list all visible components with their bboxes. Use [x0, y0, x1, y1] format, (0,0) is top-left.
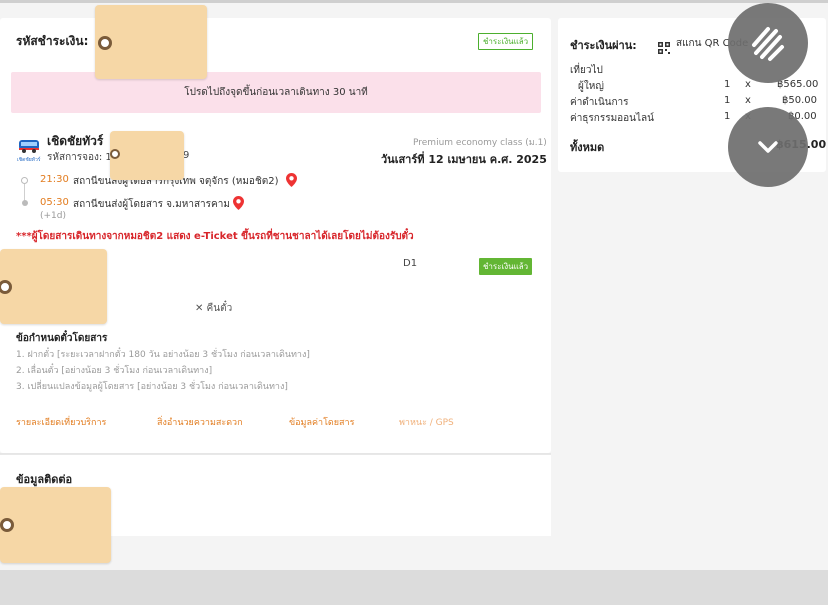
fare-row-x: x — [745, 79, 751, 90]
notice-text: โปรดไปถึงจุดขึ้นก่อนเวลาเดินทาง 30 นาที — [184, 87, 368, 98]
payment-code-label: รหัสชำระเงิน: — [16, 34, 89, 48]
rule-item: 3. เปลี่ยนแปลงข้อมูลผู้โดยสาร [อย่างน้อย… — [16, 382, 288, 392]
total-label: ทั้งหมด — [570, 141, 605, 154]
day-offset: (+1d) — [40, 211, 67, 221]
tag-hole — [0, 518, 14, 532]
fare-row-label: ค่าดำเนินการ — [570, 97, 629, 108]
rule-item: 1. ฝากตั๋ว [ระยะเวลาฝากตั๋ว 180 วัน อย่า… — [16, 350, 310, 360]
service-class: Premium economy class (ม.1) — [413, 138, 547, 148]
rules-title: ข้อกำหนดตั๋วโดยสาร — [16, 333, 108, 344]
tag-sticker — [95, 5, 207, 79]
fare-row-x: x — [745, 95, 751, 106]
pay-via-label: ชำระเงินผ่าน: — [570, 39, 637, 52]
map-pin-icon[interactable] — [286, 172, 297, 191]
contact-title: ข้อมูลติดต่อ — [16, 473, 73, 486]
seat-paid-badge: ชำระเงินแล้ว — [479, 258, 533, 275]
link-facilities[interactable]: สิ่งอำนวยความสะดวก — [157, 415, 243, 429]
tag-hole — [98, 36, 112, 50]
fare-row-amount: ฿50.00 — [782, 95, 817, 106]
refund-ticket-button[interactable]: ✕ คืนตั๋ว — [195, 301, 232, 316]
departure-time: 21:30 — [40, 174, 69, 185]
map-pin-icon[interactable] — [233, 195, 244, 214]
scroll-down-button[interactable] — [728, 107, 808, 187]
tag-hole — [0, 280, 12, 294]
tag-sticker — [110, 131, 184, 180]
trip-label: เที่ยวไป — [570, 65, 603, 76]
link-fare-info[interactable]: ข้อมูลค่าโดยสาร — [289, 415, 354, 429]
bottom-bar — [0, 570, 828, 605]
booking-code: รหัสการจอง: 1 — [47, 152, 112, 163]
travel-date: วันเสาร์ที่ 12 เมษายน ค.ศ. 2025 — [381, 153, 547, 166]
link-service-details[interactable]: รายละเอียดเที่ยวบริการ — [16, 415, 106, 429]
tag-sticker — [0, 487, 111, 563]
fare-row-qty: 1 — [724, 95, 731, 106]
seat-number: D1 — [403, 258, 418, 269]
arrival-station: สถานีขนส่งผู้โดยสาร จ.มหาสารคาม — [73, 199, 230, 210]
arrival-dot — [22, 200, 28, 206]
qr-code-icon — [658, 37, 670, 56]
rule-item: 2. เลื่อนตั๋ว [อย่างน้อย 3 ชั่วโมง ก่อนเ… — [16, 366, 213, 376]
scribble-icon — [752, 27, 784, 61]
link-vehicle-gps[interactable]: พาหนะ / GPS — [399, 415, 454, 429]
arrival-time: 05:30 — [40, 197, 69, 208]
logo-caption: เชิดชัยทัวร์ — [17, 157, 41, 163]
scribble-button[interactable] — [728, 3, 808, 83]
departure-dot — [21, 177, 28, 184]
notice-banner: โปรดไปถึงจุดขึ้นก่อนเวลาเดินทาง 30 นาที — [11, 72, 541, 113]
warning-text: ***ผู้โดยสารเดินทางจากหมอชิต2 แสดง e-Tic… — [16, 231, 414, 242]
fare-row-amount: ฿565.00 — [777, 79, 819, 90]
operator-name: เชิดชัยทัวร์ — [47, 134, 104, 148]
fare-row-label: ผู้ใหญ่ — [578, 81, 604, 92]
tag-hole — [110, 149, 120, 159]
chevron-down-icon — [758, 141, 778, 153]
fare-row-qty: 1 — [724, 79, 731, 90]
fare-row-label: ค่าธุรกรรมออนไลน์ — [570, 113, 655, 124]
tag-sticker — [0, 249, 107, 324]
fare-row-qty: 1 — [724, 111, 731, 122]
paid-status-badge: ชำระเงินแล้ว — [478, 33, 534, 50]
